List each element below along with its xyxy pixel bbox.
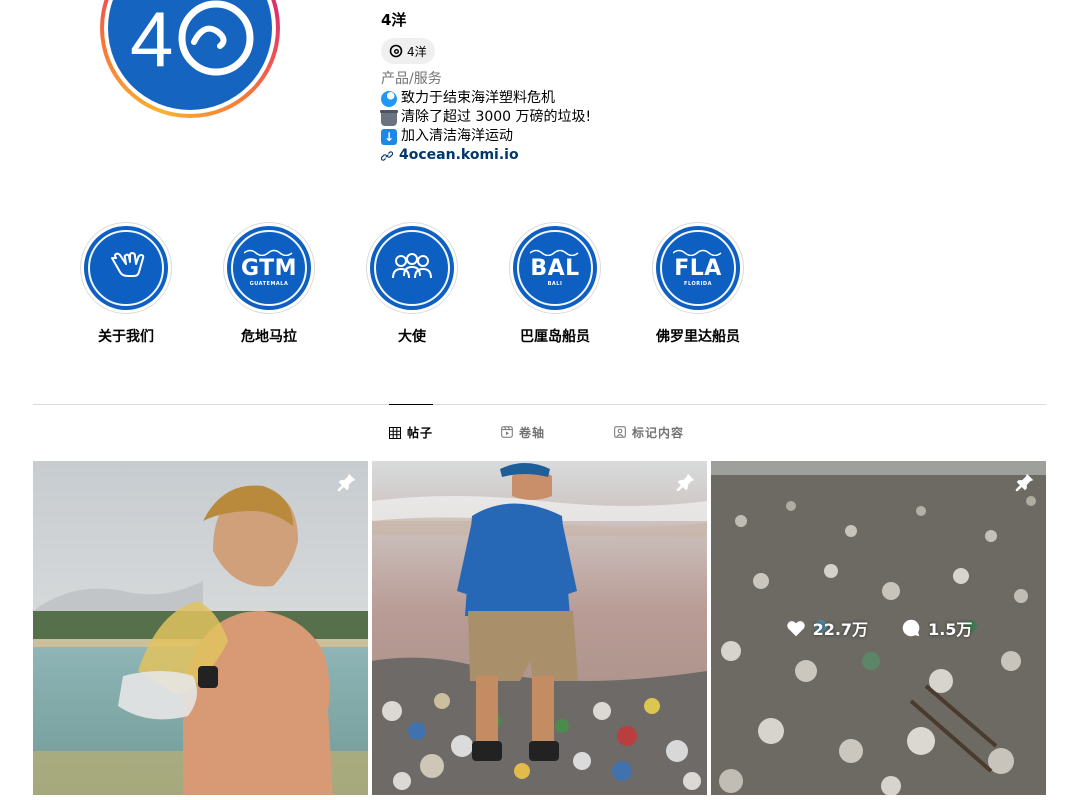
wastebasket-emoji-icon [380,109,398,126]
bio-line: 清除了超过 3000 万磅的垃圾! [380,108,592,127]
likes-count: 22.7万 [812,620,869,639]
profile-tabs: 帖子 卷轴 标记内容 [0,404,1080,460]
post-image-swimmer [33,461,368,795]
post-tile[interactable] [33,461,368,795]
highlight-bali-crew[interactable]: BAL BALI 巴厘岛船员 [509,222,601,346]
post-stats-overlay: 22.7万 1.5万 [711,461,1046,795]
highlight-ambassadors[interactable]: 大使 [366,222,458,346]
threads-label: 4洋 [407,44,427,59]
people-group-icon [392,253,432,279]
highlight-label: 关于我们 [98,329,154,345]
reels-icon [501,426,513,438]
shaka-hand-icon [111,252,145,277]
link-icon [381,150,393,161]
tab-label: 标记内容 [632,425,685,440]
pin-icon [676,473,695,492]
highlight-guatemala[interactable]: GTM GUATEMALA 危地马拉 [223,222,315,346]
profile-category: 产品/服务 [381,71,442,87]
post-tile[interactable]: 22.7万 1.5万 [711,461,1046,795]
highlight-code: GTM [240,256,298,281]
highlight-label: 巴厘岛船员 [520,329,590,345]
comments-count: 1.5万 [928,620,973,639]
profile-avatar[interactable]: 4 [100,0,280,118]
highlight-label: 危地马拉 [241,329,297,345]
post-image-beach-cleanup [372,461,707,795]
comment-bubble-icon [902,619,920,637]
likes-stat: 22.7万 [785,616,868,640]
profile-link[interactable]: 4ocean.komi.io [381,146,591,165]
highlight-code: FLA [674,256,722,281]
story-highlights: 关于我们 GTM GUATEMALA 危地马拉 大使 BAL BALI 巴厘岛船… [80,222,795,346]
profile-link-text: 4ocean.komi.io [399,147,519,163]
tab-reels[interactable]: 卷轴 [501,404,545,460]
highlight-sub: GUATEMALA [249,281,289,287]
bio-text: 加入清洁海洋运动 [401,128,513,144]
bio-line: 致力于结束海洋塑料危机 [381,89,591,108]
tab-posts[interactable]: 帖子 [389,404,434,460]
avatar-digit: 4 [130,0,173,83]
heart-icon [786,621,805,637]
threads-link-button[interactable]: 4洋 [381,38,435,64]
waves-icon [530,249,579,256]
pin-icon [337,473,356,492]
waves-icon [243,249,293,256]
bio-text: 清除了超过 3000 万磅的垃圾! [401,109,592,125]
threads-icon [389,44,403,58]
highlight-code: BAL [530,256,580,281]
bio-line: ↓ 加入清洁海洋运动 [381,127,591,146]
profile-page: 4 4洋 4洋 产品/服务 致力于结束海洋塑料危机 清除了超过 3000 万磅的… [0,0,1080,800]
highlight-florida-crew[interactable]: FLA FLORIDA 佛罗里达船员 [652,222,744,346]
down-arrow-emoji-icon: ↓ [381,128,397,145]
comments-stat: 1.5万 [900,616,972,640]
highlight-label: 大使 [398,329,426,345]
tab-label: 卷轴 [519,425,546,440]
tagged-icon [614,426,626,438]
highlight-label: 佛罗里达船员 [656,329,740,345]
grid-icon [389,426,401,439]
waves-icon [673,249,722,256]
wave-emoji-icon [381,90,397,107]
highlight-sub: BALI [547,281,563,287]
post-tile[interactable] [372,461,707,795]
profile-username: 4洋 [381,11,407,29]
profile-info: 4洋 4洋 产品/服务 致力于结束海洋塑料危机 清除了超过 3000 万磅的垃圾… [380,8,592,165]
tab-label: 帖子 [407,426,434,440]
avatar-logo: 4 [108,0,272,110]
tab-tagged[interactable]: 标记内容 [614,404,684,460]
highlight-about-us[interactable]: 关于我们 [80,222,172,346]
bio-text: 致力于结束海洋塑料危机 [401,90,555,106]
highlight-sub: FLORIDA [684,281,712,287]
